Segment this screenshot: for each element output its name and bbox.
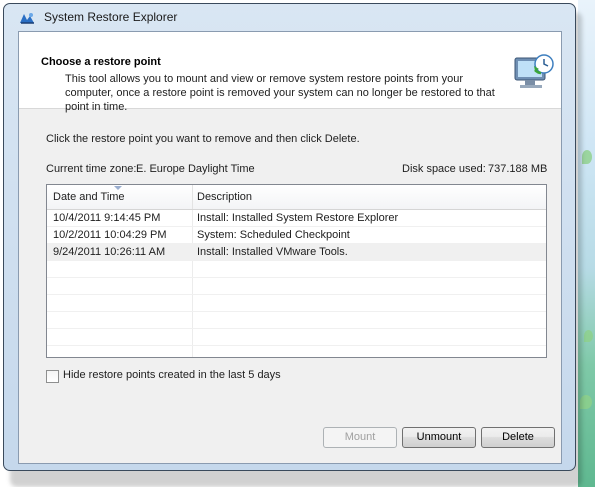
mount-button[interactable]: Mount	[323, 427, 397, 448]
table-row[interactable]: 9/24/2011 10:26:11 AM Install: Installed…	[47, 244, 546, 261]
column-header-date[interactable]: Date and Time	[47, 185, 193, 209]
desktop-leaf	[584, 330, 593, 342]
row-description: System: Scheduled Checkpoint	[197, 229, 350, 241]
computer-restore-icon	[514, 54, 554, 88]
table-row[interactable]: 10/2/2011 10:04:29 PM System: Scheduled …	[47, 227, 546, 244]
app-icon	[20, 13, 34, 24]
disk-space-label: Disk space used:	[402, 163, 486, 175]
list-body: 10/4/2011 9:14:45 PM Install: Installed …	[47, 210, 546, 346]
hide-recent-checkbox[interactable]	[46, 370, 59, 383]
timezone-value: E. Europe Daylight Time	[136, 163, 255, 175]
unmount-button[interactable]: Unmount	[402, 427, 476, 448]
main-window: System Restore Explorer Choose a restore…	[3, 3, 576, 471]
row-description: Install: Installed System Restore Explor…	[197, 212, 399, 224]
column-header-date-label: Date and Time	[53, 191, 125, 203]
column-header-description[interactable]: Description	[193, 185, 546, 209]
empty-row	[47, 295, 546, 312]
disk-space-value: 737.188 MB	[488, 163, 548, 175]
title-bar[interactable]: System Restore Explorer	[4, 4, 575, 31]
restore-points-list[interactable]: Date and Time Description 10/4/2011 9:14…	[46, 184, 547, 358]
timezone-label: Current time zone:	[46, 163, 137, 175]
sort-arrow-icon	[114, 186, 122, 190]
row-date: 10/2/2011 10:04:29 PM	[53, 229, 167, 241]
empty-row	[47, 278, 546, 295]
wizard-header: Choose a restore point This tool allows …	[19, 32, 561, 113]
table-row[interactable]: 10/4/2011 9:14:45 PM Install: Installed …	[47, 210, 546, 227]
row-date: 9/24/2011 10:26:11 AM	[53, 246, 166, 258]
empty-row	[47, 261, 546, 278]
header-description: This tool allows you to mount and view o…	[65, 73, 495, 113]
empty-row	[47, 312, 546, 329]
window-title: System Restore Explorer	[44, 10, 178, 24]
dialog-client-area: Choose a restore point This tool allows …	[18, 31, 562, 464]
list-header: Date and Time Description	[47, 185, 546, 210]
desktop-leaf	[582, 150, 592, 164]
delete-button[interactable]: Delete	[481, 427, 555, 448]
hide-recent-label[interactable]: Hide restore points created in the last …	[63, 369, 281, 381]
header-heading: Choose a restore point	[41, 56, 161, 68]
empty-row	[47, 329, 546, 346]
row-description: Install: Installed VMware Tools.	[197, 246, 348, 258]
column-header-description-label: Description	[197, 191, 253, 203]
row-date: 10/4/2011 9:14:45 PM	[53, 212, 161, 224]
instruction-text: Click the restore point you want to remo…	[46, 133, 360, 145]
